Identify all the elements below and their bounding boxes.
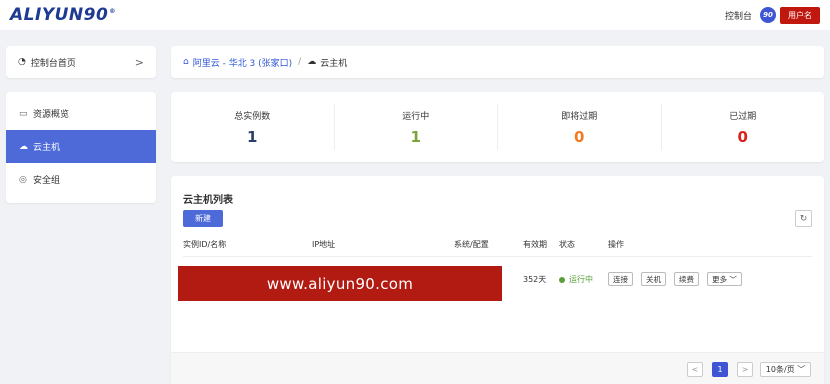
top-bar: ALIYUN90® 控制台 90 用户名 <box>0 0 830 30</box>
console-link[interactable]: 控制台 <box>725 9 752 22</box>
shield-icon: ◎ <box>19 174 27 185</box>
prev-page-button[interactable]: < <box>687 362 703 377</box>
stats-panel: 总实例数 1 运行中 1 即将过期 0 已过期 0 <box>171 92 824 162</box>
username-button[interactable]: 用户名 <box>780 6 820 24</box>
stat-running: 运行中 1 <box>335 104 498 150</box>
page-size-select[interactable]: 10条/页 ﹀ <box>760 362 811 377</box>
console-home-link[interactable]: ◔ 控制台首页 > <box>6 46 156 78</box>
connect-button[interactable]: 连接 <box>608 272 633 286</box>
stat-value: 0 <box>574 127 585 146</box>
console-home-label: 控制台首页 <box>30 58 76 69</box>
more-dropdown[interactable]: 更多 ﹀ <box>707 272 742 286</box>
column-header-id: 实例ID/名称 <box>183 240 227 249</box>
dashboard-icon: ◔ <box>18 57 26 67</box>
column-header-ip: IP地址 <box>312 240 336 249</box>
sidebar-item-label: 资源概览 <box>33 110 70 120</box>
sidebar-item-label: 安全组 <box>33 176 61 186</box>
cloud-icon: ☁ <box>19 141 28 152</box>
stat-value: 1 <box>247 127 258 146</box>
new-instance-button[interactable]: 新建 <box>183 210 223 227</box>
refresh-icon[interactable]: ↻ <box>795 210 812 227</box>
stat-label: 运行中 <box>402 111 430 122</box>
stat-expired: 已过期 0 <box>662 104 825 150</box>
stat-value: 1 <box>410 127 421 146</box>
row-validity: 352天 <box>523 275 547 284</box>
stat-expiring: 即将过期 0 <box>498 104 662 150</box>
next-page-button[interactable]: > <box>737 362 753 377</box>
column-header-validity: 有效期 <box>523 240 547 249</box>
stat-total: 总实例数 1 <box>171 104 335 150</box>
stat-label: 总实例数 <box>234 111 271 122</box>
pagination-bar: < 1 > 10条/页 ﹀ <box>171 352 824 384</box>
list-title: 云主机列表 <box>183 195 233 206</box>
page-number-button[interactable]: 1 <box>712 362 728 377</box>
status-dot <box>559 276 565 283</box>
sidebar-item-security-group[interactable]: ◎ 安全组 <box>6 163 156 196</box>
header-divider <box>183 256 812 257</box>
stat-value: 0 <box>737 127 748 146</box>
avatar[interactable]: 90 <box>760 7 776 23</box>
breadcrumb: ⌂ 阿里云 - 华北 3 (张家口) / ☁ 云主机 <box>171 46 824 78</box>
home-icon[interactable]: ⌂ <box>183 57 189 67</box>
chevron-right-icon: > <box>134 55 144 69</box>
logo[interactable]: ALIYUN90® <box>10 5 116 25</box>
cloud-icon: ☁ <box>307 57 317 67</box>
instance-list-panel: 云主机列表 新建 ↻ 实例ID/名称 IP地址 系统/配置 有效期 状态 操作 … <box>171 176 824 384</box>
redacted-overlay: www.aliyun90.com <box>178 266 502 301</box>
shutdown-button[interactable]: 关机 <box>641 272 666 286</box>
sidebar-item-overview[interactable]: ▭ 资源概览 <box>6 97 156 130</box>
monitor-icon: ▭ <box>19 108 28 119</box>
sidebar: ▭ 资源概览 ☁ 云主机 ◎ 安全组 <box>6 92 156 203</box>
breadcrumb-region[interactable]: 阿里云 - 华北 3 (张家口) <box>193 56 292 69</box>
renew-button[interactable]: 续费 <box>674 272 699 286</box>
column-header-status: 状态 <box>559 240 575 249</box>
stat-label: 即将过期 <box>561 111 598 122</box>
column-header-actions: 操作 <box>608 240 624 249</box>
sidebar-item-cloud-host[interactable]: ☁ 云主机 <box>6 130 156 163</box>
sidebar-item-label: 云主机 <box>33 143 61 153</box>
column-header-system: 系统/配置 <box>454 240 489 249</box>
stat-label: 已过期 <box>729 111 757 122</box>
breadcrumb-current: 云主机 <box>320 58 348 69</box>
status-badge: 运行中 <box>559 274 593 285</box>
breadcrumb-separator: / <box>298 57 302 67</box>
